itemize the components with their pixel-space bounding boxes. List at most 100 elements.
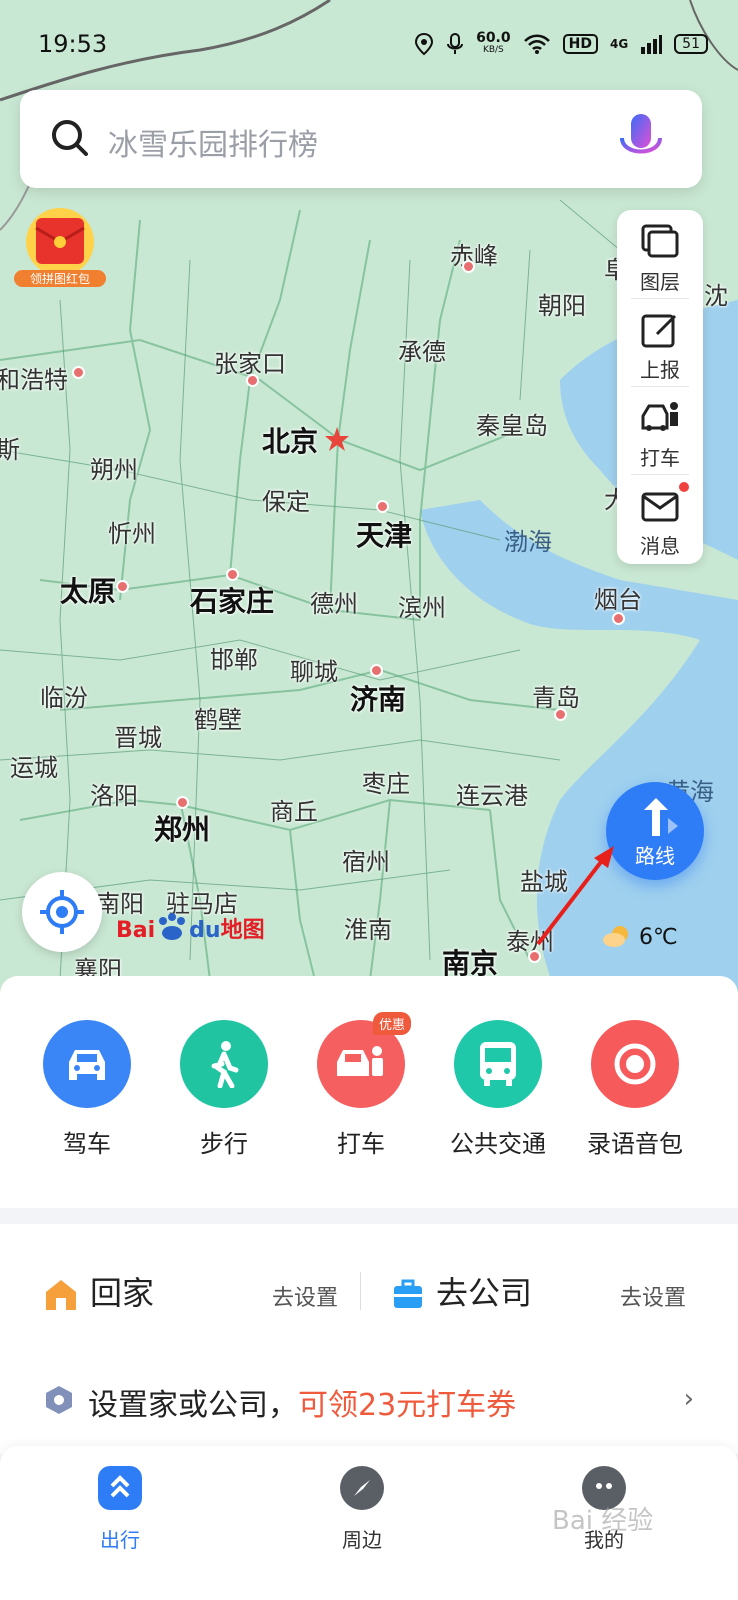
car-icon bbox=[69, 1050, 105, 1080]
mode-record-voice[interactable]: 录语音包 bbox=[580, 1020, 690, 1159]
city-dot bbox=[462, 260, 475, 273]
city-label: 滨州 bbox=[398, 594, 446, 622]
chevron-right-icon[interactable]: › bbox=[684, 1384, 694, 1414]
tab-travel[interactable]: 出行 bbox=[70, 1466, 170, 1553]
mode-drive-label: 驾车 bbox=[63, 1130, 111, 1158]
city-label: 鹤壁 bbox=[194, 706, 242, 734]
mode-walk[interactable]: 步行 bbox=[169, 1020, 279, 1159]
record-icon bbox=[614, 1043, 656, 1085]
voice-search-icon[interactable] bbox=[616, 112, 666, 168]
city-label: 淮南 bbox=[344, 916, 392, 944]
city-dot bbox=[176, 796, 189, 809]
weather-cloud-sun-icon bbox=[603, 926, 628, 947]
promo-highlight: 可领23元打车券 bbox=[298, 1388, 517, 1423]
weather-temp: 6℃ bbox=[639, 925, 678, 950]
city-label: 忻州 bbox=[108, 520, 156, 548]
city-label: 邯郸 bbox=[210, 646, 258, 674]
city-label: 朔州 bbox=[90, 456, 138, 484]
tool-report[interactable]: 上报 bbox=[617, 298, 703, 386]
mode-walk-label: 步行 bbox=[200, 1130, 248, 1158]
mode-drive-button bbox=[43, 1020, 131, 1108]
route-arrow-icon bbox=[644, 798, 678, 836]
work-set-link[interactable]: 去设置 bbox=[620, 1280, 686, 1312]
mode-transit-label: 公共交通 bbox=[450, 1130, 546, 1158]
quick-destinations: 回家 去设置 去公司 去设置 设置家或公司，可领23元打车券 › bbox=[0, 1224, 738, 1454]
city-dot bbox=[612, 612, 625, 625]
tool-message-label: 消息 bbox=[640, 534, 680, 558]
mode-record-voice-label: 录语音包 bbox=[587, 1130, 683, 1158]
paw-icon bbox=[159, 913, 186, 940]
city-dot bbox=[116, 580, 129, 593]
hexagon-icon bbox=[46, 1386, 72, 1414]
tool-layers[interactable]: 图层 bbox=[617, 210, 703, 298]
tab-nearby[interactable]: 周边 bbox=[312, 1466, 412, 1553]
route-button[interactable]: 路线 bbox=[606, 782, 704, 880]
city-label: 太原 bbox=[60, 575, 117, 608]
red-packet-icon bbox=[26, 208, 94, 276]
taxi-icon bbox=[337, 1046, 383, 1076]
city-label: 晋城 bbox=[114, 724, 162, 752]
status-time: 19:53 bbox=[38, 30, 108, 58]
discount-tag: 优惠 bbox=[372, 1012, 411, 1035]
city-label: 烟台 bbox=[594, 586, 642, 614]
tool-taxi-label: 打车 bbox=[640, 446, 680, 470]
search-placeholder: 冰雪乐园排行榜 bbox=[108, 128, 318, 163]
home-label[interactable]: 回家 bbox=[90, 1268, 154, 1314]
message-icon bbox=[641, 492, 679, 522]
red-packet-label: 领拼图红包 bbox=[14, 270, 106, 287]
city-label: 宿州 bbox=[342, 848, 390, 876]
sea-label: 渤海 bbox=[504, 528, 552, 556]
city-dot bbox=[246, 374, 259, 387]
battery-indicator: 51 bbox=[674, 34, 708, 54]
city-label: 聊城 bbox=[290, 658, 338, 686]
locate-me-button[interactable] bbox=[22, 872, 102, 952]
search-bar[interactable]: 冰雪乐园排行榜 bbox=[20, 90, 702, 188]
red-packet-promo[interactable]: 领拼图红包 bbox=[14, 204, 106, 294]
map-view[interactable]: 赤峰 朝阳 和浩特 张家口 承德 北京 秦皇岛 朔州 保定 天津 忻州 太原 石… bbox=[0, 0, 738, 1000]
status-bar: 19:53 60.0 KB/S HD 4G 51 bbox=[0, 0, 738, 86]
city-label: 秦皇岛 bbox=[476, 412, 548, 440]
mode-taxi[interactable]: 优惠 打车 bbox=[306, 1012, 416, 1159]
home-set-link[interactable]: 去设置 bbox=[272, 1280, 338, 1312]
hd-badge: HD bbox=[562, 34, 598, 54]
mode-transit[interactable]: 公共交通 bbox=[443, 1020, 553, 1159]
report-edit-icon bbox=[641, 314, 677, 348]
city-label: 连云港 bbox=[456, 782, 528, 810]
city-label: 沈 bbox=[704, 282, 728, 310]
tool-message[interactable]: 消息 bbox=[617, 474, 703, 562]
unread-dot bbox=[679, 482, 689, 492]
work-label[interactable]: 去公司 bbox=[436, 1268, 532, 1314]
watermark: Bai 经验 bbox=[552, 1506, 654, 1536]
compass-icon bbox=[340, 1466, 384, 1510]
mode-record-voice-button bbox=[591, 1020, 679, 1108]
city-dot bbox=[226, 568, 239, 581]
tab-nearby-label: 周边 bbox=[342, 1528, 382, 1552]
city-label: 石家庄 bbox=[190, 585, 275, 618]
city-dot bbox=[376, 500, 389, 513]
city-label: 青岛 bbox=[532, 684, 580, 712]
home-icon bbox=[46, 1280, 76, 1310]
city-dot bbox=[370, 664, 383, 677]
tool-taxi[interactable]: 打车 bbox=[617, 386, 703, 474]
travel-modes-panel: 驾车 步行 优惠 打车 公共交通 录语音包 bbox=[0, 976, 738, 1208]
tool-report-label: 上报 bbox=[640, 358, 680, 382]
layers-icon bbox=[641, 224, 679, 258]
city-dot bbox=[554, 708, 567, 721]
home-work-promo[interactable]: 设置家或公司，可领23元打车券 bbox=[88, 1380, 516, 1424]
city-label: 商丘 bbox=[270, 798, 318, 826]
city-label: 郑州 bbox=[154, 813, 211, 846]
city-label: 承德 bbox=[398, 338, 446, 366]
weather-widget[interactable]: 6℃ bbox=[602, 924, 678, 950]
location-icon bbox=[415, 32, 434, 56]
mode-taxi-label: 打车 bbox=[337, 1130, 385, 1158]
travel-icon bbox=[98, 1466, 142, 1510]
capital-star-icon bbox=[325, 427, 349, 451]
map-toolbar: 图层 上报 打车 消息 bbox=[617, 210, 703, 564]
city-label-capital: 北京 bbox=[262, 425, 319, 458]
mode-walk-button bbox=[180, 1020, 268, 1108]
baidu-map-logo: Bai du地图 bbox=[116, 912, 265, 944]
mode-drive[interactable]: 驾车 bbox=[32, 1020, 142, 1159]
city-label: 济南 bbox=[350, 683, 407, 716]
wifi-icon bbox=[523, 34, 550, 54]
network-type: 4G bbox=[609, 37, 629, 51]
